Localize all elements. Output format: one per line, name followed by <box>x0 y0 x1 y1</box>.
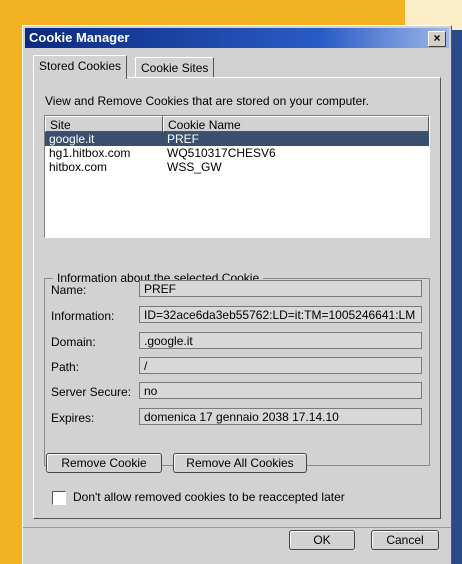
dont-allow-checkbox[interactable] <box>52 491 66 505</box>
bottom-separator <box>23 527 451 528</box>
site-cell: hg1.hitbox.com <box>49 146 131 160</box>
column-header-site[interactable]: Site <box>45 116 163 132</box>
expires-label: Expires: <box>51 411 95 425</box>
cookie-name-cell: PREF <box>167 132 200 146</box>
information-label: Information: <box>51 309 115 323</box>
list-item[interactable]: google.it PREF <box>45 132 429 146</box>
domain-field: .google.it <box>139 332 422 349</box>
dont-allow-label[interactable]: Don't allow removed cookies to be reacce… <box>73 490 345 504</box>
server-secure-field: no <box>139 382 422 399</box>
tab-stored-cookies[interactable]: Stored Cookies <box>33 55 128 79</box>
remove-cookie-button[interactable]: Remove Cookie <box>46 453 162 473</box>
expires-field: domenica 17 gennaio 2038 17.14.10 <box>139 408 422 425</box>
server-secure-label: Server Secure: <box>51 385 132 399</box>
window-title: Cookie Manager <box>29 30 130 45</box>
list-item[interactable]: hg1.hitbox.com WQ510317CHESV6 <box>45 146 429 160</box>
information-field: ID=32ace6da3eb55762:LD=it:TM=1005246641:… <box>139 306 422 323</box>
close-icon[interactable]: × <box>428 31 446 47</box>
cookie-list[interactable]: Site Cookie Name google.it PREF hg1.hitb… <box>44 115 430 238</box>
cancel-button[interactable]: Cancel <box>371 530 439 550</box>
cookie-manager-window: Cookie Manager × Stored Cookies Cookie S… <box>22 25 452 564</box>
site-cell: hitbox.com <box>49 160 108 174</box>
name-field: PREF <box>139 280 422 297</box>
list-header: Site Cookie Name <box>45 116 429 132</box>
name-label: Name: <box>51 283 87 297</box>
path-field: / <box>139 357 422 374</box>
cookie-name-cell: WSS_GW <box>167 160 222 174</box>
tab-cookie-sites[interactable]: Cookie Sites <box>135 57 215 78</box>
title-bar[interactable]: Cookie Manager × <box>25 28 449 48</box>
description-text: View and Remove Cookies that are stored … <box>45 94 369 108</box>
remove-all-cookies-button[interactable]: Remove All Cookies <box>173 453 307 473</box>
ok-button[interactable]: OK <box>289 530 355 550</box>
path-label: Path: <box>51 360 80 374</box>
site-cell: google.it <box>49 132 95 146</box>
domain-label: Domain: <box>51 335 96 349</box>
cookie-name-cell: WQ510317CHESV6 <box>167 146 276 160</box>
column-header-cookie-name[interactable]: Cookie Name <box>163 116 429 132</box>
list-item[interactable]: hitbox.com WSS_GW <box>45 160 429 174</box>
